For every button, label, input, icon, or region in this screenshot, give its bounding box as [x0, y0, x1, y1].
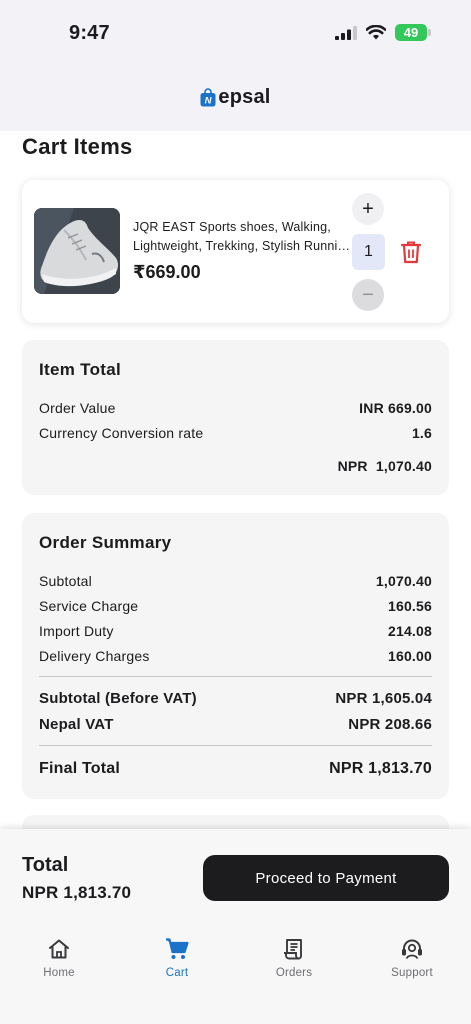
- summary-row-value: 160.00: [387, 648, 432, 664]
- cart-item-card: JQR EAST Sports shoes, Walking, Lightwei…: [22, 180, 449, 323]
- subtotal-before-vat-value: NPR 1,605.04: [335, 690, 432, 707]
- summary-row-service-charge: Service Charge 160.56: [39, 598, 432, 614]
- product-price: ₹669.00: [133, 262, 201, 282]
- brand-name: epsal: [218, 86, 271, 108]
- wifi-icon: [366, 25, 386, 40]
- increase-quantity-button[interactable]: +: [352, 193, 384, 225]
- quantity-value: 1: [352, 234, 385, 270]
- order-value: INR 669.00: [359, 400, 432, 416]
- final-total-value: NPR 1,813.70: [329, 760, 432, 777]
- total-amount: NPR 1,813.70: [22, 883, 132, 902]
- cellular-signal-icon: [335, 25, 357, 40]
- battery-level: 49: [403, 25, 419, 40]
- conversion-rate-row: Currency Conversion rate 1.6: [39, 425, 432, 441]
- summary-row-delivery-charges: Delivery Charges 160.00: [39, 648, 432, 664]
- cart-icon: [166, 938, 189, 959]
- conversion-rate-value: 1.6: [411, 425, 432, 441]
- decrease-quantity-button[interactable]: −: [352, 279, 384, 311]
- svg-text:N: N: [205, 96, 213, 107]
- divider: [39, 676, 432, 677]
- summary-row-value: 214.08: [387, 623, 432, 639]
- app-logo: N epsal: [0, 86, 471, 109]
- proceed-to-payment-button[interactable]: Proceed to Payment: [203, 855, 449, 901]
- order-summary-title: Order Summary: [39, 533, 172, 552]
- status-time: 9:47: [69, 22, 110, 44]
- converted-total: NPR 1,070.40: [337, 458, 432, 474]
- delete-icon[interactable]: [400, 240, 422, 264]
- tab-support[interactable]: Support: [367, 936, 457, 979]
- item-total-title: Item Total: [39, 360, 122, 379]
- header: 9:47 49 N epsal: [0, 0, 471, 131]
- final-total-row: Final Total NPR 1,813.70: [39, 760, 432, 778]
- tab-home[interactable]: Home: [14, 936, 104, 979]
- product-image[interactable]: [34, 208, 120, 294]
- home-icon: [49, 939, 69, 959]
- shopping-bag-logo-icon: N: [200, 88, 216, 107]
- subtotal-before-vat-row: Subtotal (Before VAT) NPR 1,605.04: [39, 690, 432, 707]
- subtotal-before-vat-label: Subtotal (Before VAT): [39, 690, 197, 707]
- conversion-rate-label: Currency Conversion rate: [39, 425, 204, 441]
- tab-orders[interactable]: Orders: [249, 936, 339, 979]
- status-icons: 49: [335, 24, 431, 41]
- tab-label: Cart: [165, 967, 189, 979]
- checkout-bar: Total NPR 1,813.70 Proceed to Payment: [0, 829, 471, 927]
- summary-row-import-duty: Import Duty 214.08: [39, 623, 432, 639]
- summary-row-label: Delivery Charges: [39, 648, 150, 664]
- headset-icon: [402, 939, 422, 960]
- battery-icon: 49: [395, 24, 431, 41]
- order-value-label: Order Value: [39, 400, 116, 416]
- summary-row-label: Subtotal: [39, 573, 92, 589]
- summary-row-label: Service Charge: [39, 598, 139, 614]
- cart-screen: 9:47 49 N epsal Cart Items JQR EAST Spor…: [0, 0, 471, 1024]
- vat-label: Nepal VAT: [39, 716, 114, 733]
- vat-value: NPR 208.66: [348, 716, 432, 733]
- vat-row: Nepal VAT NPR 208.66: [39, 716, 432, 733]
- summary-row-label: Import Duty: [39, 623, 114, 639]
- divider: [39, 745, 432, 746]
- summary-row-subtotal: Subtotal 1,070.40: [39, 573, 432, 589]
- receipt-icon: [284, 939, 302, 960]
- bottom-tab-bar: Home Cart Orders Support: [0, 927, 471, 1024]
- tab-label: Orders: [275, 967, 313, 979]
- summary-row-value: 1,070.40: [375, 573, 432, 589]
- tab-cart[interactable]: Cart: [132, 936, 222, 979]
- tab-label: Support: [391, 967, 433, 979]
- order-value-row: Order Value INR 669.00: [39, 400, 432, 416]
- item-total-section: Item Total Order Value INR 669.00 Curren…: [22, 340, 449, 495]
- product-name[interactable]: JQR EAST Sports shoes, Walking, Lightwei…: [133, 218, 355, 256]
- page-title: Cart Items: [22, 134, 133, 159]
- order-summary-section: Order Summary Subtotal 1,070.40 Service …: [22, 513, 449, 799]
- total-label: Total: [22, 854, 69, 876]
- converted-total-row: NPR 1,070.40: [39, 458, 432, 474]
- tab-label: Home: [43, 967, 75, 979]
- summary-row-value: 160.56: [387, 598, 432, 614]
- final-total-label: Final Total: [39, 760, 121, 777]
- shoe-image-icon: [34, 208, 120, 294]
